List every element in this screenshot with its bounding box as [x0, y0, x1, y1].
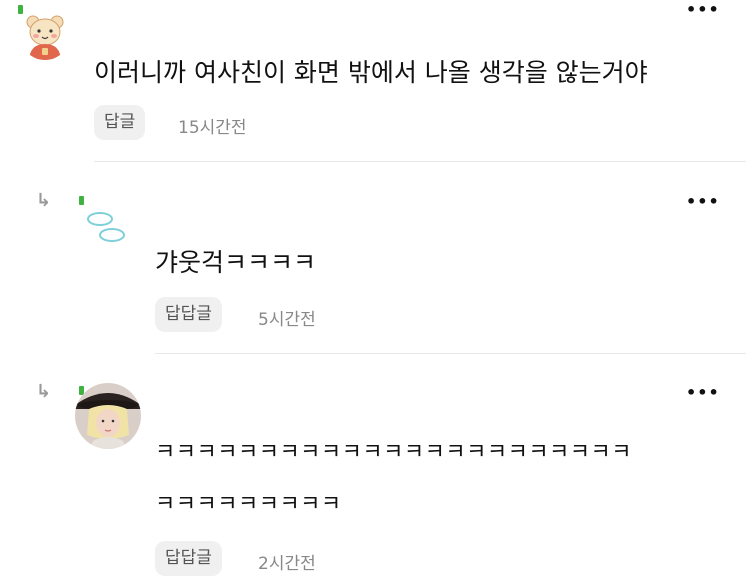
divider	[155, 353, 746, 354]
blue-circles-avatar[interactable]	[82, 205, 132, 247]
more-options-button[interactable]: •••	[686, 192, 720, 211]
reply-button[interactable]: 답답글	[155, 541, 222, 576]
comment-text: 이러니까 여사친이 화면 밖에서 나올 생각을 않는거야	[94, 58, 648, 87]
blonde-person-photo-avatar[interactable]	[75, 383, 141, 449]
reply-arrow-icon: ↳	[36, 381, 52, 402]
comment-text-line2: ㅋㅋㅋㅋㅋㅋㅋㅋㅋ	[155, 492, 342, 517]
level-badge-icon	[79, 196, 84, 205]
comment-text: 갸웃걱ㅋㅋㅋㅋ	[155, 248, 317, 277]
timestamp: 15시간전	[178, 118, 247, 138]
divider	[94, 161, 746, 162]
timestamp: 5시간전	[258, 310, 316, 330]
level-badge-icon	[18, 5, 23, 14]
reply-button[interactable]: 답답글	[155, 297, 222, 332]
more-options-button[interactable]: •••	[686, 383, 720, 402]
reply-button[interactable]: 답글	[94, 105, 146, 140]
comment-text-line1: ㅋㅋㅋㅋㅋㅋㅋㅋㅋㅋㅋㅋㅋㅋㅋㅋㅋㅋㅋㅋㅋㅋㅋ	[155, 440, 633, 465]
reply-arrow-icon: ↳	[36, 190, 52, 211]
more-options-button[interactable]: •••	[686, 0, 720, 19]
timestamp: 2시간전	[258, 554, 316, 574]
cartoon-bear-avatar[interactable]	[20, 10, 70, 60]
